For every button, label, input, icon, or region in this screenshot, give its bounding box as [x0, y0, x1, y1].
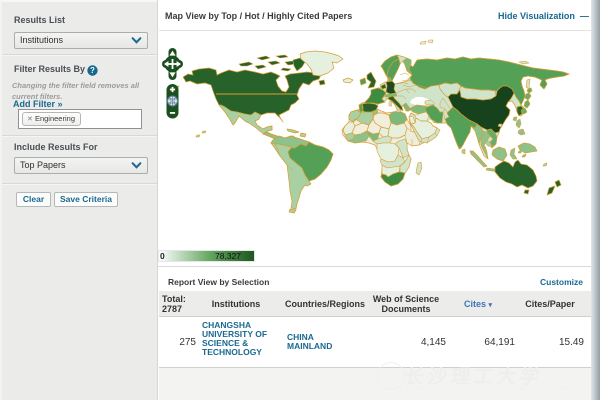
- svg-text:?: ?: [90, 66, 95, 75]
